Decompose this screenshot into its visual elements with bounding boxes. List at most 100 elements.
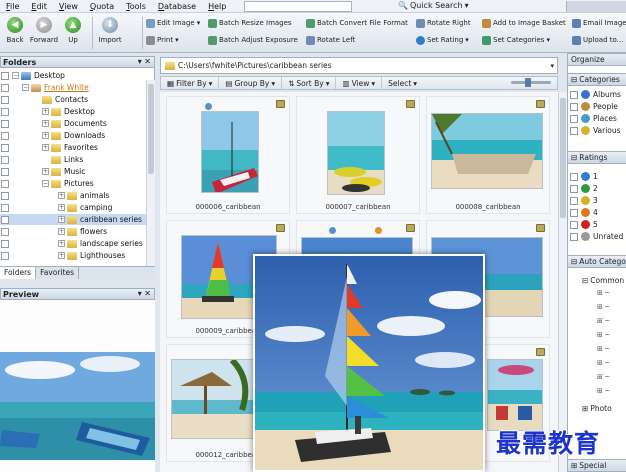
print-button[interactable]: Print ▾ [146,34,179,46]
collapse-icon[interactable]: ⊟ [571,153,577,162]
tree-expand-item[interactable]: ⊞ ─ [597,331,609,341]
tab-folders[interactable]: Folders [0,267,37,279]
panel-close-icon[interactable]: ▾ ✕ [138,57,151,66]
expand-icon[interactable]: ⊞ [571,461,577,470]
tree-checkbox[interactable] [1,71,9,80]
expand-icon[interactable]: ⊞ [582,404,588,413]
tab-favorites[interactable]: Favorites [36,267,79,279]
tree-item-desktop[interactable]: − Desktop [0,70,146,81]
tree-checkbox[interactable] [1,191,9,200]
tree-item-flowers[interactable]: + flowers [0,226,146,237]
set-categories-button[interactable]: Set Categories ▾ [482,34,550,46]
set-rating-button[interactable]: Set Rating ▾ [416,34,469,46]
tree-item-favorites[interactable]: + Favorites [0,142,146,153]
scrollbar-thumb[interactable] [148,84,154,174]
expand-icon[interactable]: + [58,216,65,223]
chevron-down-icon[interactable]: ▾ [550,62,554,70]
tree-expand-item[interactable]: ⊞ ─ [597,303,609,313]
auto-category-common[interactable]: ⊟ Common [568,275,626,286]
collapse-icon[interactable]: ⊟ [571,257,577,266]
rating-checkbox[interactable] [570,232,578,241]
tree-item-links[interactable]: Links [0,154,146,165]
tree-expand-item[interactable]: ⊞ ─ [597,289,609,299]
expand-icon[interactable]: + [58,252,65,259]
tree-checkbox[interactable] [1,227,9,236]
rating-item-2[interactable]: 2 [568,183,626,194]
special-section-header[interactable]: ⊞ Special [568,459,626,472]
quick-search-button[interactable]: 🔍 Quick Search ▾ [398,1,469,10]
category-checkbox[interactable] [570,90,578,99]
tree-item-animals[interactable]: + animals [0,190,146,201]
tree-checkbox[interactable] [1,251,9,260]
expand-icon[interactable]: + [58,240,65,247]
forward-button[interactable]: ▶ Forward [28,17,60,44]
rating-checkbox[interactable] [570,208,578,217]
edit-image-button[interactable]: Edit Image ▾ [146,17,200,29]
group-by-button[interactable]: ▤ Group By ▾ [219,77,283,89]
menu-help[interactable]: Help [202,2,232,11]
tree-checkbox[interactable] [1,215,9,224]
quick-search-input[interactable] [244,1,352,12]
panel-close-icon[interactable]: ▾ ✕ [138,289,151,298]
zoom-slider[interactable] [511,78,551,87]
tree-checkbox[interactable] [1,155,9,164]
tree-checkbox[interactable] [1,107,9,116]
import-button[interactable]: ⬇ Import [96,17,124,44]
batch-resize-button[interactable]: Batch Resize Images [208,17,292,29]
tree-item-lighthouses[interactable]: + Lighthouses [0,250,146,261]
quick-search-field[interactable] [566,1,626,12]
rating-item-5[interactable]: 5 [568,219,626,230]
zoom-slider-knob[interactable] [525,78,531,87]
category-checkbox[interactable] [570,114,578,123]
menu-file[interactable]: File [0,2,25,11]
menu-quota[interactable]: Quota [84,2,120,11]
add-basket-button[interactable]: Add to Image Basket [482,17,566,29]
expand-icon[interactable]: + [42,108,49,115]
expand-icon[interactable]: + [58,204,65,211]
expand-icon[interactable]: + [42,132,49,139]
category-item-various[interactable]: Various [568,125,626,136]
tree-checkbox[interactable] [1,83,9,92]
tree-item-downloads[interactable]: + Downloads [0,130,146,141]
batch-adjust-button[interactable]: Batch Adjust Exposure [208,34,298,46]
thumbnail-tile[interactable]: 000008_caribbean [426,96,550,214]
expand-icon[interactable]: + [58,192,65,199]
rotate-left-button[interactable]: Rotate Left [306,34,355,46]
tree-expand-item[interactable]: ⊞ ─ [597,317,609,327]
select-button[interactable]: Select ▾ [382,77,423,89]
category-checkbox[interactable] [570,102,578,111]
tree-item-music[interactable]: + Music [0,166,146,177]
up-button[interactable]: ▲ Up [58,17,88,44]
rating-checkbox[interactable] [570,220,578,229]
collapse-icon[interactable]: − [12,72,19,79]
collapse-icon[interactable]: ⊟ [571,75,577,84]
tree-expand-item[interactable]: ⊞ ─ [597,359,609,369]
tree-item-landscape-series[interactable]: + landscape series [0,238,146,249]
category-item-albums[interactable]: Albums [568,89,626,100]
thumbnail-grid-scrollbar[interactable] [558,92,567,472]
sort-by-button[interactable]: ⇅ Sort By ▾ [282,77,337,89]
tree-checkbox[interactable] [1,95,9,104]
email-images-button[interactable]: Email Image [572,17,626,29]
rating-item-1[interactable]: 1 [568,171,626,182]
expand-icon[interactable]: + [58,228,65,235]
tree-item-desktop-sub[interactable]: + Desktop [0,106,146,117]
back-button[interactable]: ◀ Back [0,17,30,44]
address-bar[interactable]: C:\Users\fwhite\Pictures\caribbean serie… [160,57,558,74]
view-button[interactable]: ▥ View ▾ [336,77,383,89]
rating-checkbox[interactable] [570,184,578,193]
ratings-section-header[interactable]: ⊟ Ratings [568,151,626,164]
menu-edit[interactable]: Edit [25,2,53,11]
thumbnail-tile[interactable]: 000006_caribbean [166,96,290,214]
category-item-people[interactable]: People [568,101,626,112]
tree-expand-item[interactable]: ⊞ ─ [597,387,609,397]
category-item-places[interactable]: Places [568,113,626,124]
tree-checkbox[interactable] [1,143,9,152]
rating-item-4[interactable]: 4 [568,207,626,218]
tree-checkbox[interactable] [1,179,9,188]
tree-item-frank-white[interactable]: − Frank White [0,82,146,93]
batch-convert-button[interactable]: Batch Convert File Format [306,17,408,29]
collapse-icon[interactable]: − [42,180,49,187]
tree-item-documents[interactable]: + Documents [0,118,146,129]
tree-expand-item[interactable]: ⊞ ─ [597,345,609,355]
